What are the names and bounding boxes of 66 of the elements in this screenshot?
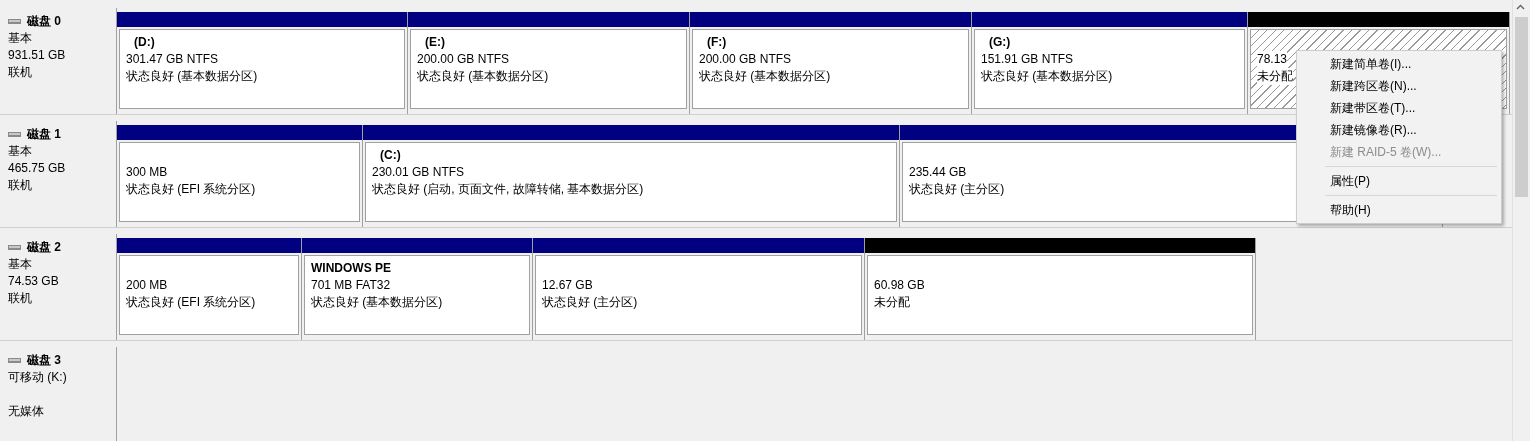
menu-item[interactable]: 新建带区卷(T)...	[1297, 97, 1501, 119]
volume-status: 状态良好 (EFI 系统分区)	[126, 181, 256, 198]
disk-icon	[8, 358, 21, 363]
disk-type: 可移动 (K:)	[8, 369, 68, 386]
volume-size: 60.98 GB	[874, 277, 925, 294]
volume-status: 状态良好 (基本数据分区)	[311, 294, 443, 311]
disk-icon	[8, 245, 21, 250]
disk-size: 74.53 GB	[8, 273, 60, 290]
disk-size: 465.75 GB	[8, 160, 67, 177]
volume-size: 151.91 GB NTFS	[981, 51, 1074, 68]
volume-status: 状态良好 (基本数据分区)	[699, 68, 831, 85]
volume-label: (G:)	[988, 34, 1011, 51]
volume-size: 200.00 GB NTFS	[699, 51, 792, 68]
disk-type: 基本	[8, 143, 33, 160]
disk-name: 磁盘 0	[27, 13, 61, 30]
disk-icon	[8, 19, 21, 24]
disk-status: 联机	[8, 64, 33, 81]
volume-label: (E:)	[424, 34, 445, 51]
partition-block[interactable]: WINDOWS PE 701 MB FAT32 状态良好 (基本数据分区)	[304, 255, 530, 335]
menu-item[interactable]: 新建跨区卷(N)...	[1297, 75, 1501, 97]
volume-label: (C:)	[379, 147, 401, 164]
volume-status: 未分配	[874, 294, 910, 311]
disk-size: 931.51 GB	[8, 47, 67, 64]
volume-size: 301.47 GB NTFS	[126, 51, 219, 68]
menu-item[interactable]: 新建简单卷(I)...	[1297, 53, 1501, 75]
volume-status: 状态良好 (启动, 页面文件, 故障转储, 基本数据分区)	[372, 181, 644, 198]
partition-block[interactable]: (F:) 200.00 GB NTFS 状态良好 (基本数据分区)	[692, 29, 969, 109]
volume-status: 状态良好 (基本数据分区)	[126, 68, 258, 85]
disk-name: 磁盘 2	[27, 239, 61, 256]
volume-size: 230.01 GB NTFS	[372, 164, 465, 181]
volume-status: 状态良好 (主分区)	[909, 181, 1005, 198]
volume-status: 状态良好 (主分区)	[542, 294, 638, 311]
partition-block[interactable]: 300 MB 状态良好 (EFI 系统分区)	[119, 142, 360, 222]
volume-label: WINDOWS PE	[311, 260, 391, 277]
volume-size: 12.67 GB	[542, 277, 593, 294]
volume-label: (F:)	[706, 34, 727, 51]
disk-status: 联机	[8, 177, 33, 194]
disk-status: 无媒体	[8, 403, 45, 420]
disk-type: 基本	[8, 30, 33, 47]
volume-size: 300 MB	[126, 164, 168, 181]
partition-block[interactable]: (C:) 230.01 GB NTFS 状态良好 (启动, 页面文件, 故障转储, 基本数据分区)	[365, 142, 897, 222]
partition-block[interactable]: (E:) 200.00 GB NTFS 状态良好 (基本数据分区)	[410, 29, 687, 109]
disk-name: 磁盘 3	[27, 352, 61, 369]
volume-status: 状态良好 (基本数据分区)	[417, 68, 549, 85]
partition-block[interactable]: (G:) 151.91 GB NTFS 状态良好 (基本数据分区)	[974, 29, 1245, 109]
volume-status: 状态良好 (基本数据分区)	[981, 68, 1113, 85]
scroll-up-icon[interactable]	[1516, 4, 1525, 10]
volume-size: 200 MB	[126, 277, 168, 294]
volume-status: 未分配	[1257, 68, 1293, 85]
volume-status: 状态良好 (EFI 系统分区)	[126, 294, 256, 311]
disk-status: 联机	[8, 290, 33, 307]
partition-block[interactable]: 200 MB 状态良好 (EFI 系统分区)	[119, 255, 299, 335]
menu-item[interactable]: 新建镜像卷(R)...	[1297, 119, 1501, 141]
disk-name: 磁盘 1	[27, 126, 61, 143]
volume-size: 200.00 GB NTFS	[417, 51, 510, 68]
volume-size: 701 MB FAT32	[311, 277, 391, 294]
scroll-thumb[interactable]	[1515, 17, 1528, 197]
partition-block[interactable]: 12.67 GB 状态良好 (主分区)	[535, 255, 862, 335]
volume-label: (D:)	[133, 34, 155, 51]
disk-type: 基本	[8, 256, 33, 273]
volume-size: 235.44 GB	[909, 164, 967, 181]
partition-block[interactable]: 60.98 GB 未分配	[867, 255, 1253, 335]
scrollbar[interactable]	[1512, 0, 1530, 441]
partition-block[interactable]: (D:) 301.47 GB NTFS 状态良好 (基本数据分区)	[119, 29, 405, 109]
volume-size: 78.13	[1257, 51, 1288, 68]
disk-icon	[8, 132, 21, 137]
